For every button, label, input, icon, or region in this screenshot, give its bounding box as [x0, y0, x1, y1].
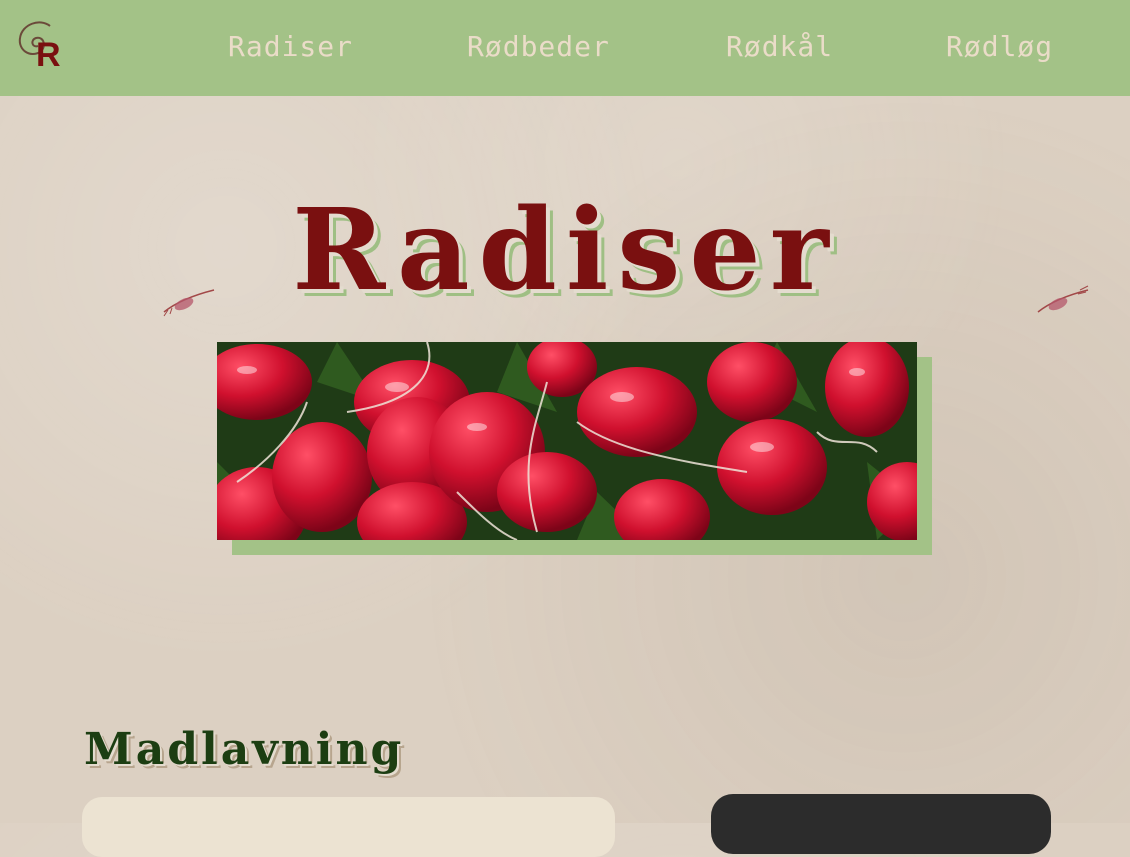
top-navbar: R Radiser Rødbeder Rødkål Rødløg	[0, 0, 1130, 96]
page-title: Radiser	[292, 185, 838, 316]
section-heading: Madlavning	[84, 724, 405, 775]
logo-mark: R	[18, 21, 61, 72]
hero-image-frame	[217, 342, 932, 555]
nav-item-rodlog[interactable]: Rødløg	[946, 30, 1053, 63]
nav-item-rodkal[interactable]: Rødkål	[726, 30, 833, 63]
hero-radish-photo	[217, 342, 917, 540]
nav-item-radiser[interactable]: Radiser	[228, 30, 353, 63]
logo-letter: R	[36, 36, 61, 72]
site-logo[interactable]: R	[14, 16, 70, 72]
content-card-light	[82, 797, 615, 857]
content-card-dark	[711, 794, 1051, 854]
nav-item-rodbeder[interactable]: Rødbeder	[467, 30, 610, 63]
